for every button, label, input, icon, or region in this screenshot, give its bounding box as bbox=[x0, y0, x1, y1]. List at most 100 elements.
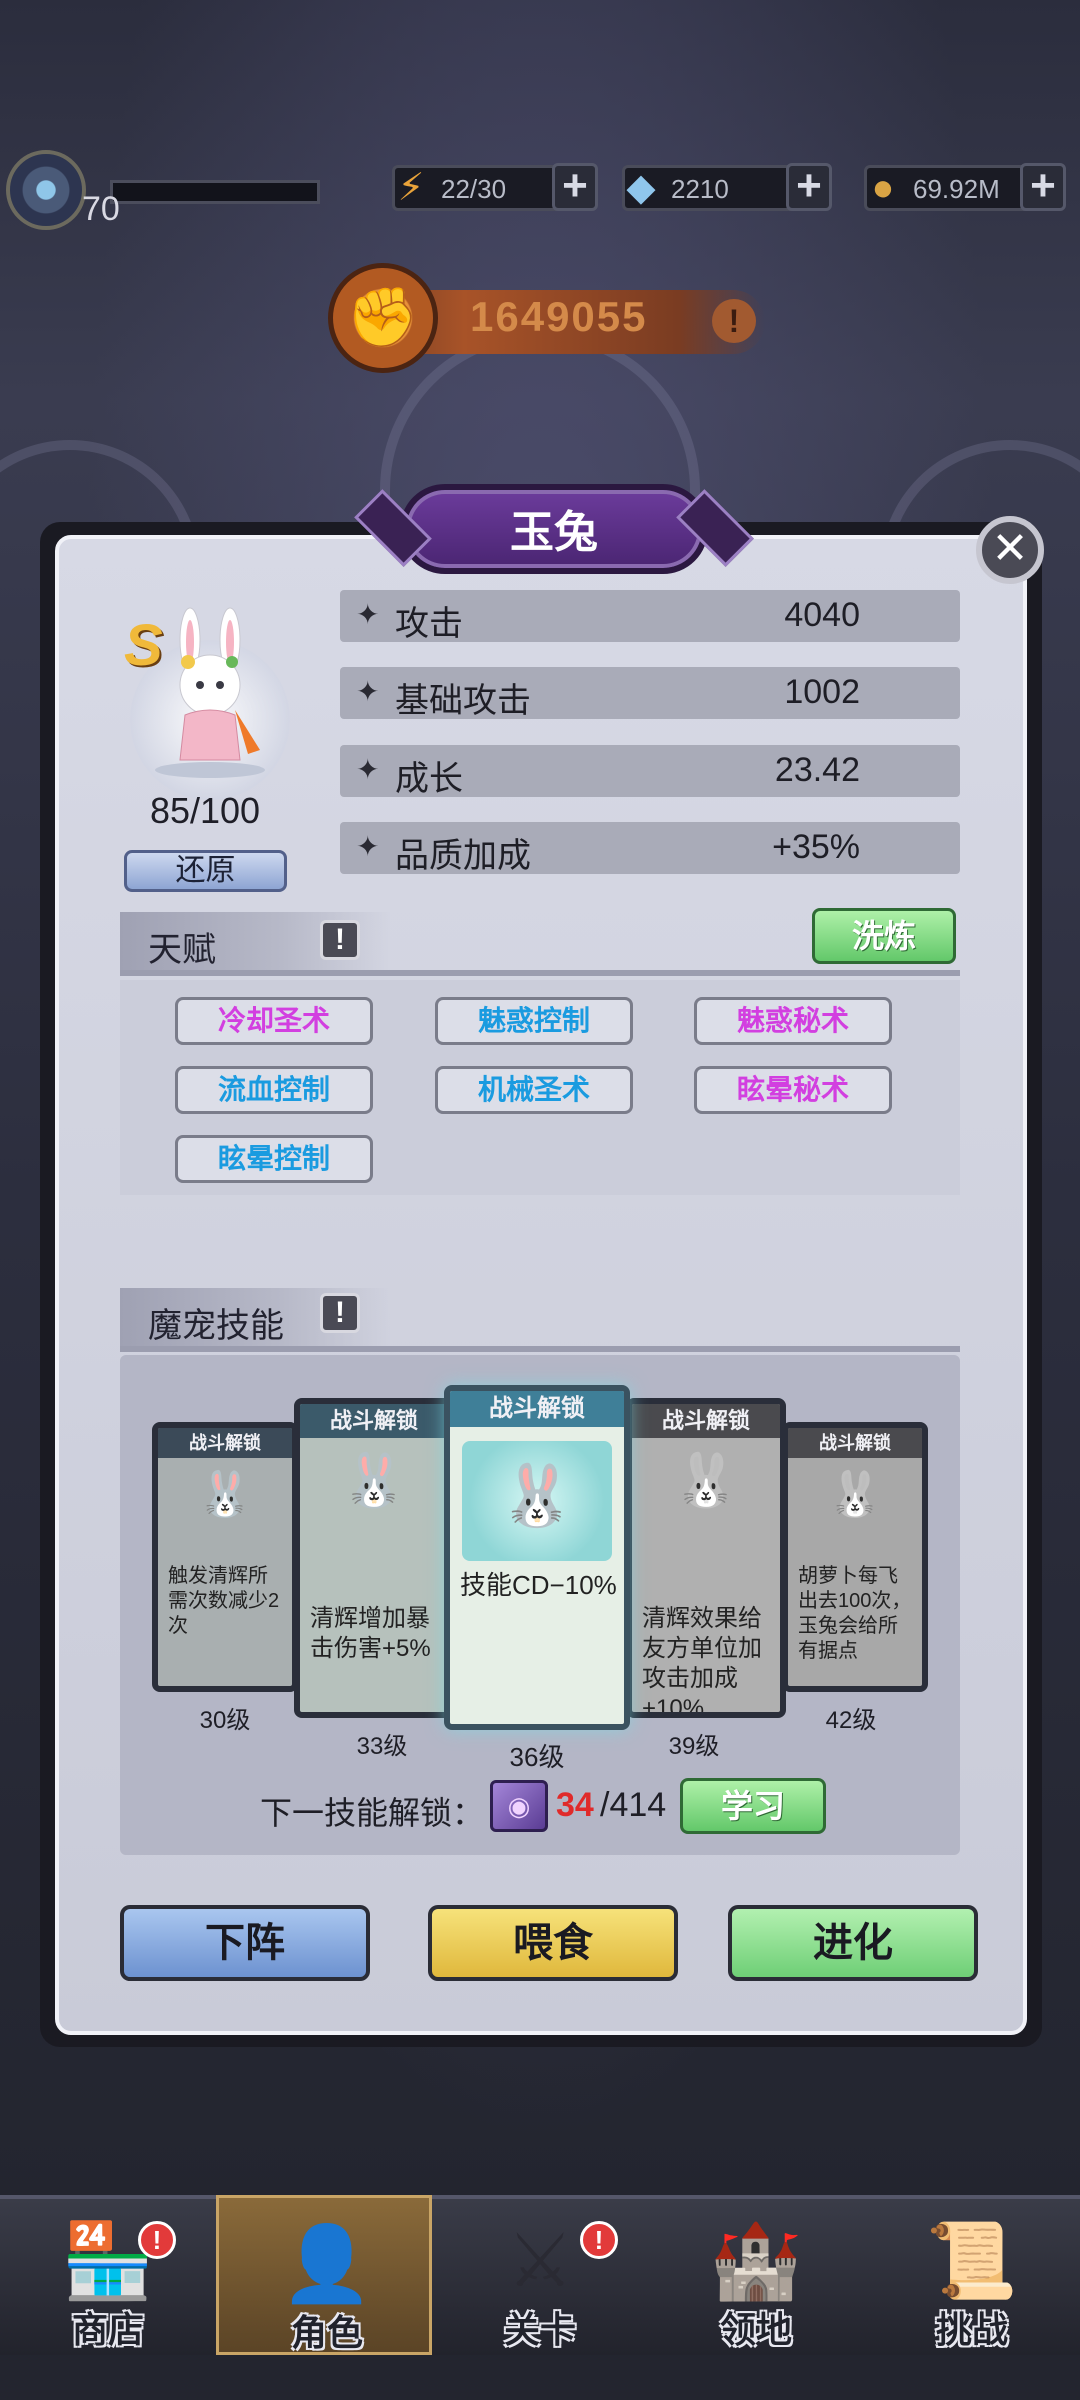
skill-card-header: 战斗解锁 bbox=[300, 1404, 448, 1438]
skills-divider bbox=[120, 1346, 960, 1352]
talent-item[interactable]: 冷却圣术 bbox=[175, 997, 373, 1045]
skill-card[interactable]: 战斗解锁 🐰 触发清辉所需次数减少2次 bbox=[152, 1422, 298, 1692]
stat-label: 成长 bbox=[395, 760, 463, 798]
nav-label: 商店 bbox=[71, 2309, 144, 2350]
power-info-icon[interactable]: ! bbox=[712, 299, 756, 343]
talent-info-icon[interactable]: ! bbox=[320, 920, 360, 960]
skill-card-desc: 清辉效果给友方单位加攻击加成+10% bbox=[642, 1605, 762, 1718]
nav-label: 角色 bbox=[290, 2312, 363, 2353]
crystal-resource: ◆ 2210 bbox=[622, 165, 798, 211]
nav-label: 挑战 bbox=[935, 2309, 1008, 2350]
add-crystal-button[interactable]: + bbox=[786, 163, 832, 211]
rabbit-icon: 🐰 bbox=[673, 1452, 739, 1510]
nav-label: 关卡 bbox=[503, 2309, 576, 2350]
castle-icon: 🏰 bbox=[709, 2219, 803, 2302]
skill-card-desc: 触发清辉所需次数减少2次 bbox=[168, 1565, 280, 1637]
star-icon: ✦ bbox=[356, 599, 380, 630]
coin-icon: ● bbox=[871, 167, 895, 209]
star-icon: ✦ bbox=[356, 831, 380, 862]
talent-title: 天赋 bbox=[148, 931, 216, 969]
star-icon: ✦ bbox=[356, 676, 380, 707]
wash-button[interactable]: 洗炼 bbox=[812, 908, 956, 964]
stat-value: 23.42 bbox=[774, 751, 860, 789]
skill-card-desc: 胡萝卜每飞出去100次，玉兔会给所有据点 bbox=[798, 1565, 912, 1662]
retire-button[interactable]: 下阵 bbox=[120, 1905, 370, 1981]
evolve-button[interactable]: 进化 bbox=[728, 1905, 978, 1981]
rabbit-icon: 🐰 bbox=[197, 1470, 253, 1519]
talent-item[interactable]: 流血控制 bbox=[175, 1066, 373, 1114]
skill-card-selected[interactable]: 战斗解锁 🐰 技能CD−10% bbox=[444, 1385, 630, 1730]
skill-card[interactable]: 战斗解锁 🐰 清辉增加暴击伤害+5% bbox=[294, 1398, 454, 1718]
energy-value: 22/30 bbox=[441, 174, 507, 204]
skill-book-icon: ◉ bbox=[490, 1780, 548, 1832]
stat-label: 基础攻击 bbox=[395, 682, 531, 720]
scroll-icon: 📜 bbox=[925, 2219, 1019, 2302]
player-level: 70 bbox=[82, 190, 120, 228]
skill-level: 42级 bbox=[825, 1707, 877, 1734]
rabbit-icon: 🐰 bbox=[341, 1452, 407, 1510]
add-coin-button[interactable]: + bbox=[1020, 163, 1066, 211]
rabbit-icon: 🐰 bbox=[462, 1441, 612, 1561]
pet-name: 玉兔 bbox=[510, 508, 598, 557]
stat-label: 品质加成 bbox=[395, 837, 531, 875]
rabbit-icon: 🐰 bbox=[827, 1470, 883, 1519]
skill-level: 36级 bbox=[509, 1742, 565, 1772]
stat-value: +35% bbox=[772, 828, 860, 866]
stat-row-base-attack: ✦ 基础攻击 1002 bbox=[340, 667, 960, 720]
stat-label: 攻击 bbox=[395, 605, 463, 643]
stat-value: 1002 bbox=[784, 673, 860, 711]
skill-card-header: 战斗解锁 bbox=[632, 1404, 780, 1438]
talent-item[interactable]: 眩晕秘术 bbox=[694, 1066, 892, 1114]
skill-level: 30级 bbox=[199, 1707, 251, 1734]
skill-level: 39级 bbox=[668, 1733, 720, 1760]
power-value: 1649055 bbox=[470, 293, 648, 340]
lightning-icon: ⚡ bbox=[397, 167, 425, 209]
restore-button[interactable]: 还原 bbox=[124, 850, 287, 892]
nav-item-shop[interactable]: 🏪 商店 ! bbox=[0, 2195, 216, 2355]
nav-item-stage[interactable]: ⚔ 关卡 ! bbox=[432, 2195, 648, 2355]
crystal-value: 2210 bbox=[671, 174, 729, 204]
character-icon: 👤 bbox=[280, 2222, 374, 2305]
notification-badge: ! bbox=[138, 2221, 176, 2259]
energy-resource: ⚡ 22/30 bbox=[392, 165, 562, 211]
feed-button[interactable]: 喂食 bbox=[428, 1905, 678, 1981]
close-icon[interactable]: ✕ bbox=[976, 516, 1044, 584]
stat-row-growth: ✦ 成长 23.42 bbox=[340, 745, 960, 798]
notification-badge: ! bbox=[580, 2221, 618, 2259]
nav-item-territory[interactable]: 🏰 领地 bbox=[648, 2195, 864, 2355]
skill-card-desc: 技能CD−10% bbox=[460, 1570, 617, 1600]
skill-book-have: 34 bbox=[556, 1786, 594, 1824]
skill-card-header: 战斗解锁 bbox=[788, 1428, 922, 1458]
nav-label: 领地 bbox=[719, 2309, 792, 2350]
stat-value: 4040 bbox=[784, 596, 860, 634]
star-icon: ✦ bbox=[356, 754, 380, 785]
talent-item[interactable]: 机械圣术 bbox=[435, 1066, 633, 1114]
learn-button[interactable]: 学习 bbox=[680, 1778, 826, 1834]
xp-bar bbox=[110, 180, 320, 204]
crossed-swords-icon: ⚔ bbox=[506, 2219, 574, 2302]
nav-item-character[interactable]: 👤 角色 bbox=[216, 2195, 432, 2355]
skill-level: 33级 bbox=[356, 1733, 408, 1760]
nav-item-challenge[interactable]: 📜 挑战 bbox=[864, 2195, 1080, 2355]
skill-book-need: /414 bbox=[600, 1786, 667, 1824]
pet-fragment-count: 85/100 bbox=[149, 790, 261, 831]
level-badge-icon[interactable] bbox=[6, 150, 86, 230]
rank-badge: S bbox=[124, 613, 163, 678]
skill-card-header: 战斗解锁 bbox=[158, 1428, 292, 1458]
skill-card[interactable]: 战斗解锁 🐰 胡萝卜每飞出去100次，玉兔会给所有据点 bbox=[782, 1422, 928, 1692]
fist-icon: ✊ bbox=[328, 263, 438, 373]
skills-title: 魔宠技能 bbox=[148, 1307, 284, 1345]
skills-info-icon[interactable]: ! bbox=[320, 1293, 360, 1333]
next-unlock-label: 下一技能解锁： bbox=[260, 1795, 485, 1831]
stat-row-attack: ✦ 攻击 4040 bbox=[340, 590, 960, 643]
skill-card[interactable]: 战斗解锁 🐰 清辉效果给友方单位加攻击加成+10% bbox=[626, 1398, 786, 1718]
talent-item[interactable]: 眩晕控制 bbox=[175, 1135, 373, 1183]
talent-divider bbox=[120, 970, 960, 976]
stat-row-quality-bonus: ✦ 品质加成 +35% bbox=[340, 822, 960, 875]
talent-item[interactable]: 魅惑控制 bbox=[435, 997, 633, 1045]
add-energy-button[interactable]: + bbox=[552, 163, 598, 211]
coin-resource: ● 69.92M bbox=[864, 165, 1040, 211]
talent-item[interactable]: 魅惑秘术 bbox=[694, 997, 892, 1045]
crystal-icon: ◆ bbox=[626, 167, 656, 209]
coin-value: 69.92M bbox=[913, 174, 1000, 204]
